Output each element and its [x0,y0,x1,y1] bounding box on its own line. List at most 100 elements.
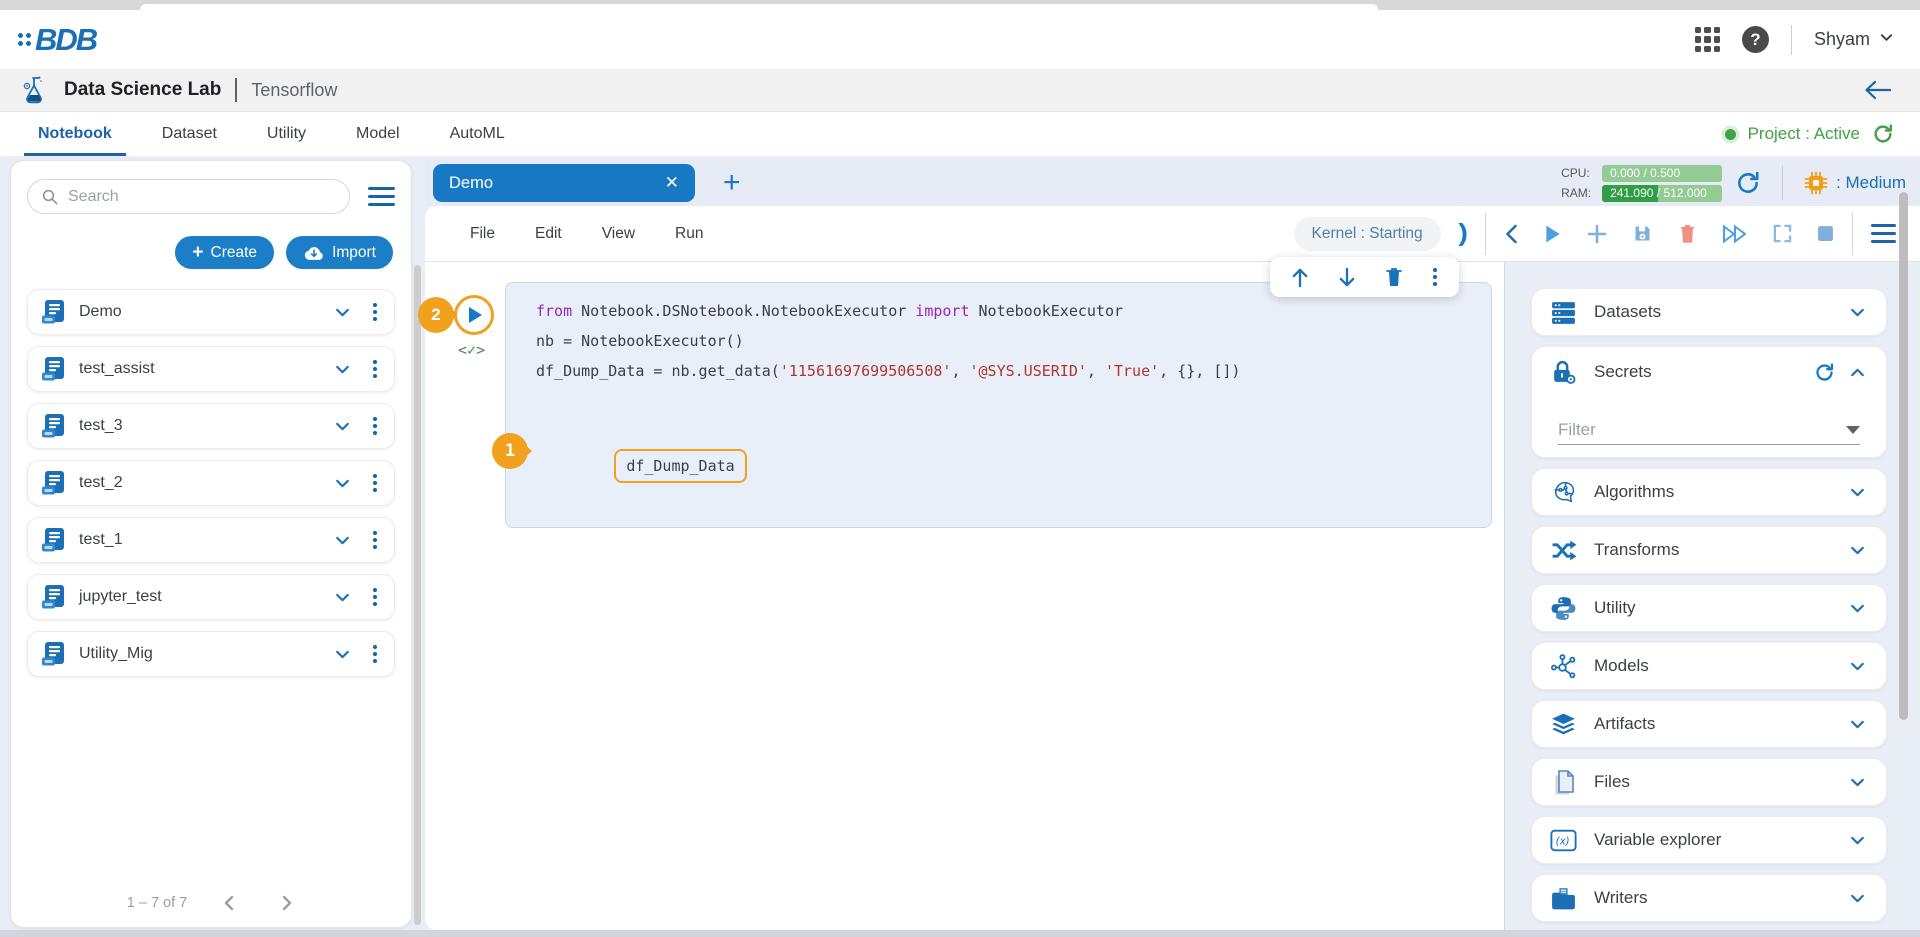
add-tab-icon[interactable]: + [723,168,741,198]
section-label: Files [1594,772,1832,792]
nav-tab[interactable]: Utility [265,112,308,156]
add-cell-icon[interactable] [1587,224,1607,244]
panel-section[interactable]: Artifacts [1531,700,1887,748]
more-options-icon[interactable] [371,529,379,551]
notebook-list-item[interactable]: jupyter_test [27,574,395,620]
nav-tab[interactable]: Notebook [36,112,114,156]
notebook-region: Demo ✕ + CPU: 0.000 / 0.500 RAM: 241.090… [425,160,1920,930]
section-chevron-icon[interactable] [1849,716,1866,733]
cell-run-button[interactable] [454,295,494,335]
notebook-list-item[interactable]: Utility_Mig [27,631,395,677]
panel-section[interactable]: (x) Variable explorer [1531,816,1887,864]
cloud-import-icon [303,244,325,261]
move-cell-down-icon[interactable] [1337,267,1357,288]
search-input[interactable] [68,188,336,206]
section-icon [1550,711,1577,738]
page-prev-icon[interactable] [221,894,237,912]
notebook-sidebar: + Create Import Demo test_assist [10,160,412,928]
chevron-down-icon [1879,29,1894,50]
code-line: nb = NotebookExecutor() [536,326,1471,356]
fullscreen-icon[interactable] [1773,224,1792,243]
save-notebook-icon[interactable] [1632,223,1653,244]
more-options-icon[interactable] [371,301,379,323]
section-chevron-icon[interactable] [1849,600,1866,617]
nav-tab[interactable]: Dataset [160,112,219,156]
expand-chevron-icon[interactable] [334,418,351,435]
cell-more-options-icon[interactable] [1431,266,1439,288]
back-arrow-icon[interactable] [1862,78,1892,102]
nav-tab[interactable]: Model [354,112,402,156]
delete-cell-icon[interactable] [1678,223,1697,244]
expand-chevron-icon[interactable] [334,304,351,321]
filter-dropdown-caret-icon[interactable] [1846,426,1860,434]
secrets-filter-input[interactable] [1558,420,1846,440]
delete-cell-trash-icon[interactable] [1384,266,1404,288]
expand-chevron-icon[interactable] [334,589,351,606]
code-cell[interactable]: 2 <✓> from Notebook.DSNotebook.NotebookE… [505,282,1492,528]
section-chevron-icon[interactable] [1849,484,1866,501]
more-options-icon[interactable] [371,643,379,665]
menu-item[interactable]: Run [675,225,703,243]
expand-chevron-icon[interactable] [334,646,351,663]
tabbar-divider [1782,166,1783,200]
notebook-list-item[interactable]: test_1 [27,517,395,563]
panel-section[interactable]: Utility [1531,584,1887,632]
stop-kernel-icon[interactable] [1817,225,1834,242]
section-chevron-icon[interactable] [1849,832,1866,849]
move-cell-up-icon[interactable] [1290,267,1310,288]
sidebar-menu-icon[interactable] [368,185,395,209]
expand-chevron-icon[interactable] [334,361,351,378]
menu-item[interactable]: File [470,225,495,243]
nav-tab[interactable]: AutoML [448,112,507,156]
highlighted-expression[interactable]: df_Dump_Data [614,449,746,483]
panel-section[interactable]: Models [1531,642,1887,690]
more-options-icon[interactable] [371,415,379,437]
run-all-icon[interactable] [1722,224,1748,244]
create-button[interactable]: + Create [175,236,274,269]
more-options-icon[interactable] [371,358,379,380]
more-options-icon[interactable] [371,472,379,494]
section-chevron-icon[interactable] [1849,542,1866,559]
menu-item[interactable]: Edit [535,225,562,243]
components-panel-scrollbar[interactable] [1899,192,1908,720]
panel-section[interactable]: Algorithms [1531,468,1887,516]
user-menu[interactable]: Shyam [1814,29,1894,50]
open-notebook-tab[interactable]: Demo ✕ [433,164,695,202]
section-chevron-icon[interactable] [1849,890,1866,907]
page-next-icon[interactable] [279,894,295,912]
section-chevron-icon[interactable] [1849,658,1866,675]
notebook-list-item[interactable]: test_2 [27,460,395,506]
more-options-icon[interactable] [371,586,379,608]
panel-section[interactable]: Transforms [1531,526,1887,574]
expand-chevron-icon[interactable] [334,475,351,492]
resource-usage: CPU: 0.000 / 0.500 RAM: 241.090 / 512.00… [1561,165,1722,202]
datasets-chevron-icon[interactable] [1849,304,1866,321]
panel-section[interactable]: Files [1531,758,1887,806]
expand-chevron-icon[interactable] [334,532,351,549]
project-refresh-icon[interactable] [1872,123,1894,145]
ram-label: RAM: [1561,186,1595,200]
secrets-collapse-icon[interactable] [1849,364,1866,381]
search-box[interactable] [27,179,350,214]
secrets-header[interactable]: Secrets [1532,347,1886,397]
menu-item[interactable]: View [602,225,635,243]
section-secrets: Secrets [1531,346,1887,458]
notebook-list-item[interactable]: test_assist [27,346,395,392]
code-line: df_Dump_Data = nb.get_data('115616976995… [536,356,1471,386]
section-datasets[interactable]: Datasets [1531,288,1887,336]
project-status-text: Project : Active [1748,124,1860,144]
help-icon[interactable]: ? [1742,26,1769,53]
secrets-refresh-icon[interactable] [1814,362,1835,383]
apps-grid-icon[interactable] [1695,27,1720,52]
section-chevron-icon[interactable] [1849,774,1866,791]
notebook-menu-icon[interactable] [1871,224,1896,244]
section-icon [1550,769,1577,796]
collapse-panel-icon[interactable] [1504,224,1519,244]
notebook-list-item[interactable]: Demo [27,289,395,335]
panel-section[interactable]: Writers [1531,874,1887,922]
resource-refresh-icon[interactable] [1735,170,1761,196]
notebook-list-item[interactable]: test_3 [27,403,395,449]
import-button[interactable]: Import [286,236,393,269]
run-cell-icon[interactable] [1544,224,1562,244]
close-tab-icon[interactable]: ✕ [665,173,679,193]
